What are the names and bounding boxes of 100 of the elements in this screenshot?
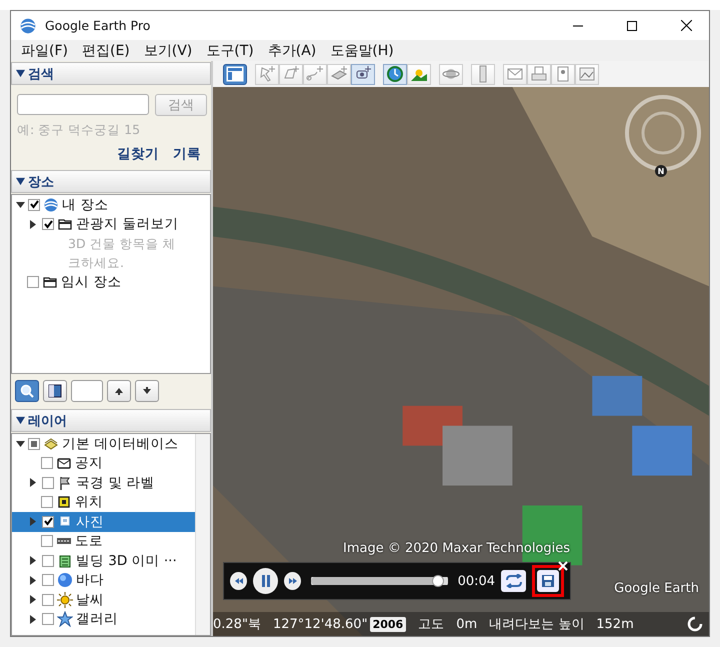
satellite-imagery-drawing[interactable]: [213, 87, 709, 636]
print-toolbar-button[interactable]: [527, 64, 551, 84]
collapsed-arrow-icon[interactable]: [30, 576, 36, 585]
expanded-arrow-icon[interactable]: [16, 202, 25, 208]
menu-item[interactable]: 도움말(H): [330, 42, 394, 60]
loading-spinner-icon: [687, 616, 703, 632]
tree-item-label[interactable]: 빌딩 3D 이미 ···: [76, 552, 177, 570]
rewind-icon: [234, 577, 243, 585]
tree-item-label[interactable]: 임시 장소: [61, 272, 122, 291]
slider-thumb[interactable]: [432, 575, 444, 587]
repeat-button[interactable]: [501, 570, 526, 592]
search-panel-button[interactable]: [15, 380, 39, 402]
tree-item-label[interactable]: 국경 및 라벨: [76, 474, 155, 492]
tree-item-label[interactable]: 위치: [75, 493, 103, 512]
app-globe-icon: [19, 16, 37, 34]
rewind-button[interactable]: [230, 572, 248, 590]
email-toolbar-button[interactable]: [503, 64, 527, 84]
eye-altitude-value: 152m: [596, 616, 634, 632]
checkbox[interactable]: [42, 516, 54, 528]
collapse-triangle-icon[interactable]: [16, 177, 25, 186]
down-panel-button[interactable]: [135, 380, 159, 402]
tree-item-label[interactable]: 갤러리: [76, 610, 118, 628]
sun-toolbar-button[interactable]: [407, 64, 431, 84]
checkbox[interactable]: [42, 594, 54, 606]
menu-item[interactable]: 편집(E): [82, 42, 130, 60]
planet-toolbar-button[interactable]: [439, 64, 463, 84]
longitude-text: 127°12'48.60": [272, 616, 368, 632]
eye-altitude-label: 내려다보는 높이: [489, 616, 584, 633]
save-button[interactable]: [537, 570, 559, 592]
menu-item[interactable]: 추가(A): [268, 42, 316, 60]
history-icon: [385, 64, 405, 84]
tour-toolbar-button[interactable]: [351, 64, 375, 84]
search-panel-header[interactable]: 검색: [11, 62, 211, 85]
tree-item-label[interactable]: 공지: [75, 454, 103, 472]
checkbox[interactable]: [28, 198, 40, 211]
path-toolbar-button[interactable]: [303, 64, 327, 84]
pause-icon: [260, 575, 271, 587]
checkbox[interactable]: [42, 613, 54, 626]
image-toolbar-button[interactable]: [575, 64, 599, 84]
overlay-toolbar-button[interactable]: [327, 64, 351, 84]
maps-toolbar-button[interactable]: [551, 64, 575, 84]
checkbox[interactable]: [41, 535, 53, 548]
search-field[interactable]: [17, 94, 149, 115]
checkbox[interactable]: [42, 218, 54, 230]
save-icon: [541, 574, 555, 588]
tour-time: 00:04: [458, 574, 496, 588]
checkbox[interactable]: [42, 476, 54, 489]
tree-item-label[interactable]: 사진: [76, 512, 104, 531]
tour-progress-slider[interactable]: [311, 575, 448, 587]
building-icon: [57, 552, 73, 569]
tree-item-label[interactable]: 관광지 둘러보기: [76, 215, 178, 234]
checkbox[interactable]: [42, 554, 54, 567]
tree-item-label[interactable]: 내 장소: [62, 196, 108, 214]
checkbox[interactable]: [27, 276, 39, 288]
collapsed-arrow-icon[interactable]: [30, 595, 36, 604]
pause-button[interactable]: [253, 568, 278, 594]
menu-item[interactable]: 파일(F): [21, 42, 68, 60]
menu-item[interactable]: 보기(V): [144, 42, 192, 60]
places-panel-header[interactable]: 장소: [11, 170, 211, 193]
search-icon: [18, 382, 36, 400]
panel-icon: [46, 382, 64, 400]
fast-forward-icon: [288, 577, 297, 585]
ocean-icon: [57, 572, 73, 588]
checkbox[interactable]: [41, 496, 53, 508]
tree-item-label[interactable]: 도로: [75, 532, 103, 550]
close-icon: [680, 20, 692, 31]
panel-panel-button[interactable]: [43, 380, 67, 402]
placemark-toolbar-button[interactable]: [255, 64, 279, 84]
collapse-triangle-icon[interactable]: [16, 416, 25, 425]
collapsed-arrow-icon[interactable]: [30, 556, 36, 566]
up-panel-button[interactable]: [107, 380, 131, 402]
elevation-label: 고도: [418, 616, 444, 633]
sidebar-toolbar-button[interactable]: [223, 64, 247, 84]
checkbox[interactable]: [28, 438, 40, 450]
checkbox[interactable]: [42, 574, 54, 586]
polygon-toolbar-button[interactable]: [279, 64, 303, 84]
close-icon[interactable]: [558, 561, 568, 571]
ruler-toolbar-button[interactable]: [471, 64, 495, 84]
menu-item[interactable]: 도구(T): [206, 42, 254, 60]
history-toolbar-button[interactable]: [383, 64, 407, 84]
scrollbar[interactable]: [195, 434, 210, 635]
collapsed-arrow-icon[interactable]: [30, 220, 36, 229]
imagery-year-badge: 2006: [370, 616, 406, 632]
tree-item-label[interactable]: 날씨: [76, 590, 104, 609]
weather-icon: [57, 592, 73, 608]
collapse-triangle-icon[interactable]: [16, 69, 25, 78]
fast-forward-button[interactable]: [284, 572, 302, 590]
tree-item-label[interactable]: 바다: [76, 571, 104, 590]
search-tab-link[interactable]: 기록: [173, 145, 201, 163]
layers-panel-header[interactable]: 레이어: [11, 409, 211, 432]
maximize-icon: [627, 20, 637, 30]
database-icon: [43, 436, 59, 452]
collapsed-arrow-icon[interactable]: [30, 478, 36, 488]
search-tab-link[interactable]: 길찾기: [117, 145, 159, 163]
window-title: Google Earth Pro: [45, 18, 152, 33]
checkbox[interactable]: [41, 457, 53, 470]
expanded-arrow-icon[interactable]: [16, 440, 25, 447]
tree-item-label[interactable]: 기본 데이터베이스: [62, 434, 178, 453]
search-example-hint: 예: 중구 덕수궁길 15: [16, 121, 142, 139]
collapsed-arrow-icon[interactable]: [30, 614, 36, 624]
